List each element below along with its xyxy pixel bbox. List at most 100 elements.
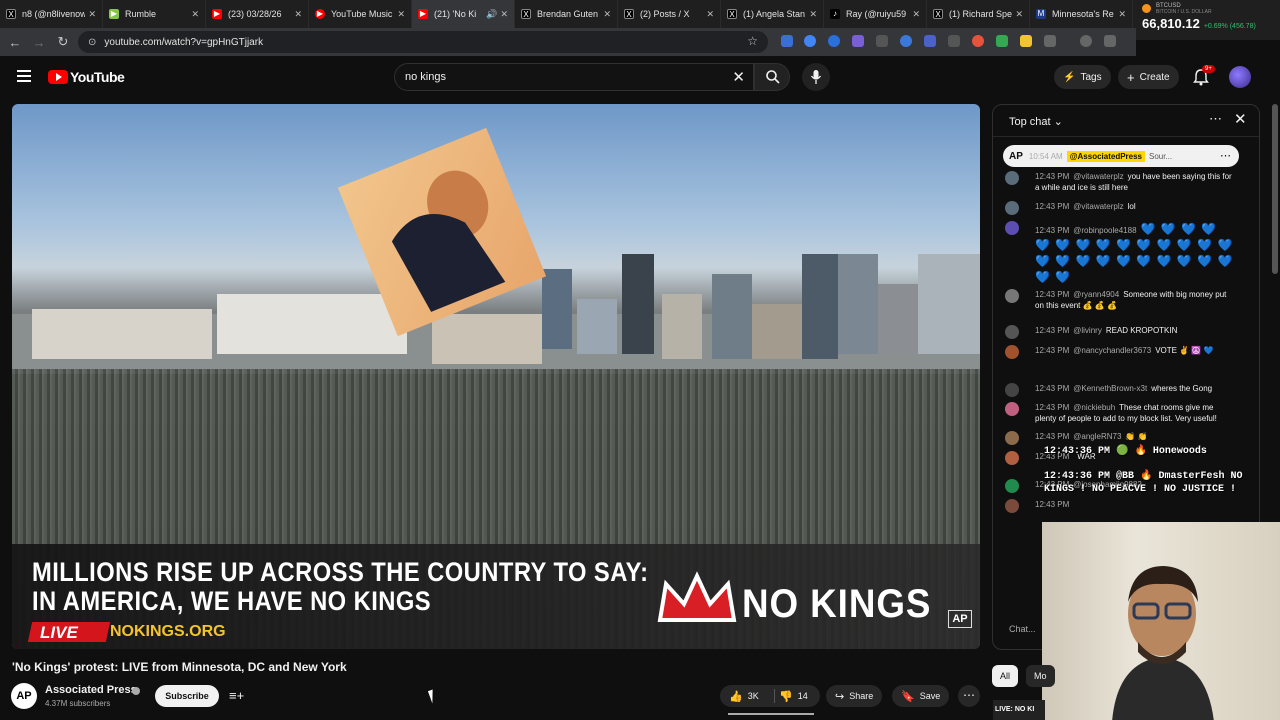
close-icon[interactable]: ✕ (294, 9, 302, 20)
btc-ticker: BTCUSD BITCOIN / U.S. DOLLAR 66,810.12 +0… (1136, 0, 1280, 40)
browser-tab[interactable]: M Minnesota's Re ✕ (1030, 0, 1133, 28)
extension-icon[interactable] (804, 35, 816, 47)
chat-message: 12:43 PM @nancychandler3673 VOTE ✌️ ☮️ 💙 (1005, 345, 1235, 359)
share-button[interactable]: ↪ Share (826, 685, 883, 707)
user-avatar (1005, 345, 1019, 359)
live-tag: LIVE (40, 623, 78, 642)
channel-name[interactable]: Associated Press (45, 684, 137, 696)
create-button[interactable]: + Create (1118, 65, 1179, 89)
close-icon[interactable]: ✕ (1118, 9, 1126, 20)
channel-avatar[interactable]: AP (11, 683, 37, 709)
chat-message: 12:43 PM @livinry READ KROPOTKIN (1005, 325, 1235, 339)
video-headline: MILLIONS RISE UP ACROSS THE COUNTRY TO S… (32, 557, 649, 616)
chat-message: 12:43 PM @nickiebuh These chat rooms give … (1005, 402, 1235, 424)
extension-icon[interactable] (996, 35, 1008, 47)
browser-tab[interactable]: X (1) Angela Stan ✕ (721, 0, 824, 28)
browser-tab[interactable]: Xn8 (@n8livenow ✕ (0, 0, 103, 28)
reload-icon[interactable]: ↻ (51, 34, 75, 50)
chevron-down-icon: ⌄ (1053, 116, 1063, 128)
webcam-overlay (1042, 522, 1280, 720)
youtube-play-icon (48, 70, 68, 84)
chip-more[interactable]: Mo (1026, 665, 1055, 687)
clear-search-icon[interactable]: ✕ (732, 68, 745, 86)
user-avatar (1005, 221, 1019, 235)
user-avatar (1005, 402, 1019, 416)
browser-toolbar: ← → ↻ ⊙ youtube.com/watch?v=gpHnGTjjark … (0, 28, 1136, 56)
menu-icon[interactable] (17, 70, 31, 82)
browser-tab[interactable]: X (1) Richard Spe ✕ (927, 0, 1030, 28)
search-icon (766, 70, 780, 84)
related-video-thumbnail[interactable]: LIVE: NO KI (993, 700, 1045, 720)
close-icon[interactable]: ✕ (706, 9, 714, 20)
top-chat-dropdown[interactable]: Top chat ⌄ (1009, 115, 1063, 128)
extension-icon[interactable] (900, 35, 912, 47)
browser-tab[interactable]: ▶ Rumble ✕ (103, 0, 206, 28)
browser-tab[interactable]: ♪ Ray (@ruiyu59 ✕ (824, 0, 927, 28)
youtube-logo[interactable]: YouTube (48, 69, 125, 85)
crown-icon (657, 571, 737, 622)
close-icon[interactable]: ✕ (809, 9, 817, 20)
extension-icon[interactable] (1104, 35, 1116, 47)
subscriber-count: 4.37M subscribers (45, 699, 111, 708)
pinned-message[interactable]: AP 10:54 AM @AssociatedPress Sour... ⋯ (1003, 145, 1239, 167)
tags-button[interactable]: ⚡ Tags (1054, 65, 1111, 89)
dislike-button[interactable]: 👎 14 (770, 685, 817, 707)
site-info-icon[interactable]: ⊙ (88, 37, 96, 48)
account-avatar[interactable] (1229, 66, 1251, 88)
close-icon[interactable]: ✕ (500, 9, 508, 20)
bitcoin-icon (1142, 4, 1151, 13)
close-chat-icon[interactable]: ✕ (1234, 110, 1247, 128)
chat-message: 12:43 PM @vitawaterplz lol (1005, 201, 1235, 215)
browser-tab-active[interactable]: ▶ (21) 'No Ki 🔊 ✕ (412, 0, 515, 28)
save-button[interactable]: 🔖 Save (892, 685, 950, 707)
youtube-icon: ▶ (212, 9, 222, 19)
chip-all[interactable]: All (992, 665, 1019, 687)
pinned-avatar: AP (1009, 150, 1023, 162)
address-bar[interactable]: ⊙ youtube.com/watch?v=gpHnGTjjark ☆ (78, 31, 768, 53)
extension-icon[interactable] (781, 35, 793, 47)
browser-tab[interactable]: ▶ (23) 03/28/26 ✕ (206, 0, 309, 28)
subscribe-button[interactable]: Subscribe (155, 685, 219, 707)
browser-tab[interactable]: ▶ YouTube Music ✕ (309, 0, 412, 28)
search-input[interactable]: no kings ✕ (394, 63, 754, 91)
search-query[interactable]: no kings (405, 71, 446, 83)
chat-header: Top chat ⌄ ⋯ ✕ (993, 105, 1259, 137)
more-icon[interactable]: ⋯ (1220, 149, 1231, 162)
extension-icon[interactable] (828, 35, 840, 47)
search-button[interactable] (754, 63, 790, 91)
url-text[interactable]: youtube.com/watch?v=gpHnGTjjark (104, 37, 263, 48)
close-icon[interactable]: ✕ (191, 9, 199, 20)
add-to-playlist-icon[interactable]: ≡+ (229, 688, 244, 703)
user-avatar (1005, 431, 1019, 445)
close-icon[interactable]: ✕ (1015, 9, 1023, 20)
browser-tab[interactable]: X (2) Posts / X ✕ (618, 0, 721, 28)
voice-search-button[interactable] (802, 63, 830, 91)
browser-tab-strip: Xn8 (@n8livenow ✕ ▶ Rumble ✕ ▶ (23) 03/28/26… (0, 0, 1280, 28)
microphone-icon (810, 70, 822, 84)
extension-icon[interactable] (876, 35, 888, 47)
chat-menu-icon[interactable]: ⋯ (1209, 111, 1222, 127)
history-icon[interactable] (1080, 35, 1092, 47)
forward-icon[interactable]: → (27, 35, 51, 50)
close-icon[interactable]: ✕ (603, 9, 611, 20)
speaker-icon[interactable]: 🔊 (486, 9, 497, 20)
video-player[interactable]: MILLIONS RISE UP ACROSS THE COUNTRY TO S… (12, 104, 980, 649)
video-title: 'No Kings' protest: LIVE from Minnesota,… (12, 660, 347, 674)
close-icon[interactable]: ✕ (88, 9, 96, 20)
plus-icon: + (1127, 69, 1135, 85)
page-scrollbar[interactable] (1272, 104, 1278, 274)
close-icon[interactable]: ✕ (912, 9, 920, 20)
browser-tab[interactable]: X Brendan Guten ✕ (515, 0, 618, 28)
extension-icon[interactable] (852, 35, 864, 47)
extension-icon[interactable] (924, 35, 936, 47)
youtube-music-icon: ▶ (315, 9, 325, 19)
like-button[interactable]: 👍 3K (720, 685, 768, 707)
close-icon[interactable]: ✕ (397, 9, 405, 20)
more-actions-button[interactable]: ⋯ (958, 685, 980, 707)
bookmark-star-icon[interactable]: ☆ (747, 34, 758, 48)
extension-icon[interactable] (948, 35, 960, 47)
extension-icon[interactable] (1020, 35, 1032, 47)
back-icon[interactable]: ← (3, 35, 27, 50)
extensions-puzzle-icon[interactable] (1044, 35, 1056, 47)
extension-icon[interactable] (972, 35, 984, 47)
